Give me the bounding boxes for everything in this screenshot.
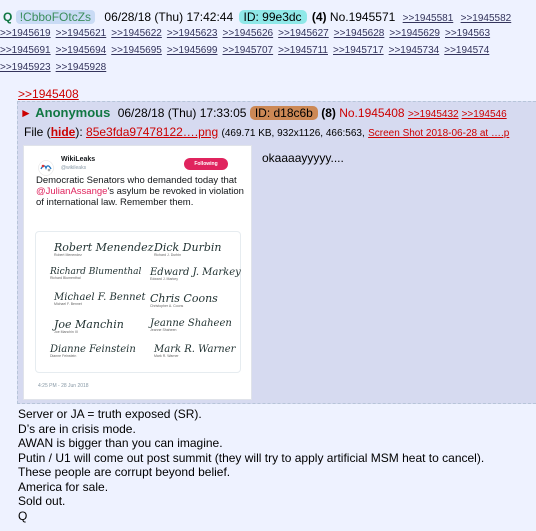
reply-arrow-icon: ► xyxy=(20,106,32,120)
backlink[interactable]: >>1945734 xyxy=(389,45,440,56)
reply-backlinks: >>1945432 >>194546 xyxy=(408,106,510,120)
backlink[interactable]: >>1945699 xyxy=(167,45,218,56)
backlink[interactable]: >>1945691 xyxy=(0,45,51,56)
post-signature: Q xyxy=(18,508,28,523)
poster-id[interactable]: ID: 99e3dc xyxy=(238,10,307,24)
reply-header: ► Anonymous 06/28/18 (Thu) 17:33:05 ID: … xyxy=(18,104,510,122)
backlink[interactable]: >>1945582 xyxy=(461,13,512,24)
backlinks-row-3: >>1945923 >>1945928 xyxy=(0,62,111,73)
backlink[interactable]: >>1945627 xyxy=(278,28,329,39)
signature: Jeanne Shaheen Jeanne Shaheen xyxy=(150,318,232,332)
post-line: These people are corrupt beyond belief. xyxy=(18,465,231,479)
backlink[interactable]: >>1945707 xyxy=(223,45,274,56)
post-line: America for sale. xyxy=(18,479,109,494)
reply-count: (4) xyxy=(311,10,327,24)
signature: Dianne Feinstein Dianne Feinstein xyxy=(50,344,136,358)
reply-comment: okaaaayyyyy.... xyxy=(262,151,344,165)
post-header: Q !CbboFOtcZs 06/28/18 (Thu) 17:42:44 ID… xyxy=(3,8,511,26)
file-label: File xyxy=(24,125,44,139)
reply-datetime: 06/28/18 (Thu) 17:33:05 xyxy=(117,106,247,120)
wikileaks-logo-icon xyxy=(38,160,54,176)
inline-reply: ► Anonymous 06/28/18 (Thu) 17:33:05 ID: … xyxy=(17,101,536,404)
backlink[interactable]: >>1945717 xyxy=(333,45,384,56)
backlink[interactable]: >>194574 xyxy=(444,45,489,56)
tweet-text: Democratic Senators who demanded today t… xyxy=(36,175,244,208)
backlink[interactable]: >>1945622 xyxy=(111,28,162,39)
tweet-author-handle: @wikileaks xyxy=(61,165,87,171)
backlink[interactable]: >>1945711 xyxy=(278,45,328,56)
file-meta: (469.71 KB, 932x1126, 466:563, xyxy=(221,128,365,139)
post-line: Server or JA = truth exposed (SR). xyxy=(18,407,202,421)
backlink[interactable]: >>1945581 xyxy=(403,13,454,24)
reply-count: (8) xyxy=(321,106,336,120)
backlink[interactable]: >>1945623 xyxy=(167,28,218,39)
backlink[interactable]: >>1945628 xyxy=(334,28,385,39)
post-number[interactable]: No.1945571 xyxy=(330,10,395,24)
backlink[interactable]: >>1945626 xyxy=(223,28,274,39)
backlink[interactable]: >>1945432 xyxy=(408,109,459,120)
file-name-link[interactable]: 85e3fda97478122….png xyxy=(86,125,218,139)
tripcode[interactable]: !CbboFOtcZs xyxy=(15,10,96,24)
original-filename-link[interactable]: Screen Shot 2018-06-28 at ….p xyxy=(368,128,509,139)
reply-poster-name: Anonymous xyxy=(35,105,111,120)
backlinks-row-1: >>1945619 >>1945621 >>1945622 >>1945623 >>19… xyxy=(0,28,495,39)
post-datetime: 06/28/18 (Thu) 17:42:44 xyxy=(104,10,234,24)
backlink[interactable]: >>194546 xyxy=(462,109,507,120)
signatures-image: Robert Menendez Robert Menendez Dick Durb… xyxy=(35,231,241,373)
attached-image-thumbnail[interactable]: WikiLeaks @wikileaks Following Democrati… xyxy=(23,145,252,400)
quoted-post-link[interactable]: >>1945408 xyxy=(18,87,79,101)
backlink[interactable]: >>1945928 xyxy=(56,62,107,73)
signature: Joe Manchin Joe Manchin III xyxy=(54,318,124,334)
poster-name: Q xyxy=(3,10,13,24)
signature: Edward J. Markey Edward J. Markey xyxy=(150,267,241,281)
signature: Dick Durbin Richard J. Durbin xyxy=(154,241,222,257)
tweet-timestamp: 4:25 PM - 28 Jun 2018 xyxy=(38,383,89,389)
tweet-follow-button: Following xyxy=(184,158,228,170)
tweet-author-name: WikiLeaks xyxy=(61,156,96,163)
backlink[interactable]: >>1945695 xyxy=(111,45,162,56)
file-info: File (hide): 85e3fda97478122….png (469.7… xyxy=(24,125,510,139)
signature: Robert Menendez Robert Menendez xyxy=(54,241,154,257)
post-body: Server or JA = truth exposed (SR). D’s a… xyxy=(18,407,484,523)
backlink[interactable]: >>1945619 xyxy=(0,28,51,39)
backlink[interactable]: >>1945694 xyxy=(56,45,107,56)
signature: Mark R. Warner Mark R. Warner xyxy=(154,344,236,358)
post-line: D’s are in crisis mode. xyxy=(18,421,136,436)
post-line: AWAN is bigger than you can imagine. xyxy=(18,436,223,450)
signature: Michael F. Bennet Michael F. Bennet xyxy=(54,292,146,306)
reply-poster-id[interactable]: ID: d18c6b xyxy=(249,106,318,120)
signature: Chris Coons Christopher A. Coons xyxy=(150,292,218,308)
backlink[interactable]: >>1945629 xyxy=(389,28,440,39)
backlinks-row-2: >>1945691 >>1945694 >>1945695 >>1945699 >>19… xyxy=(0,45,494,56)
backlink[interactable]: >>194563 xyxy=(445,28,490,39)
signature: Richard Blumenthal Richard Blumenthal xyxy=(50,267,142,280)
backlink[interactable]: >>1945923 xyxy=(0,62,51,73)
backlink[interactable]: >>1945621 xyxy=(56,28,107,39)
hide-link[interactable]: hide xyxy=(51,125,76,139)
post-line: Putin / U1 will come out post summit (th… xyxy=(18,450,485,465)
reply-post-number[interactable]: No.1945408 xyxy=(339,106,404,120)
post-line: Sold out. xyxy=(18,494,66,508)
